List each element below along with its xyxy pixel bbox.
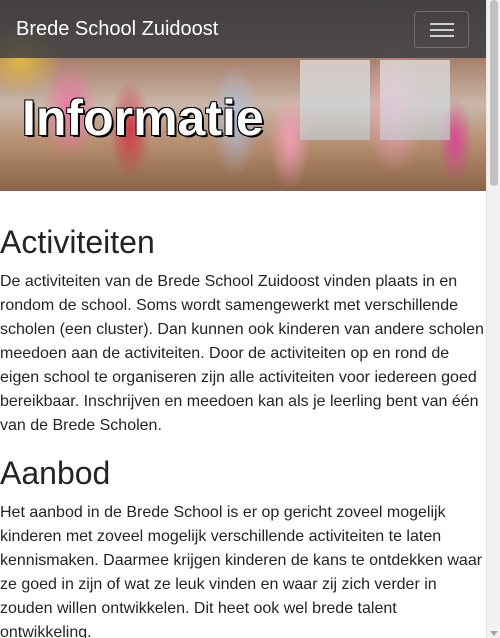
top-navbar: Brede School Zuidoost [0, 0, 486, 58]
hero-photo-window [380, 60, 450, 140]
section-heading-activiteiten: Activiteiten [0, 224, 155, 260]
brand-link[interactable]: Brede School Zuidoost [16, 17, 218, 41]
section-text-aanbod: Het aanbod in de Brede School is er op g… [0, 504, 483, 638]
section-text-activiteiten: De activiteiten van de Brede School Zuid… [0, 273, 484, 434]
page-title: Informatie [22, 90, 264, 146]
vertical-scrollbar[interactable] [486, 0, 500, 638]
hero-photo-window [300, 60, 370, 140]
scroll-down-arrow-icon[interactable] [490, 631, 498, 636]
navbar-toggler-button[interactable] [414, 11, 469, 48]
scrollbar-thumb[interactable] [490, 0, 498, 186]
section-heading-aanbod: Aanbod [0, 455, 111, 491]
